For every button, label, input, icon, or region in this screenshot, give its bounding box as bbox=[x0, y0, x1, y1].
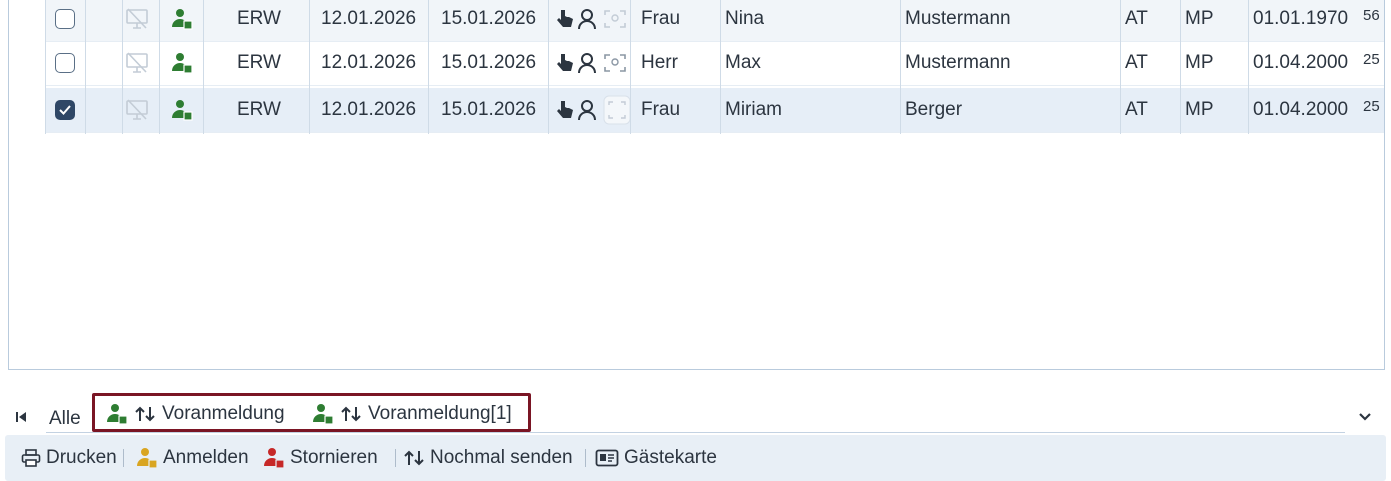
column-divider bbox=[428, 0, 429, 134]
table-row[interactable]: ERW 12.01.2026 15.01.2026 Herr Max Muste… bbox=[45, 41, 1384, 86]
arrival-cell: 12.01.2026 bbox=[321, 52, 417, 73]
salutation-cell: Herr bbox=[641, 52, 678, 73]
print-button[interactable]: Drucken bbox=[21, 435, 117, 481]
row-checkbox[interactable] bbox=[55, 0, 75, 41]
table-row[interactable]: ERW 12.01.2026 15.01.2026 Frau Nina Must… bbox=[45, 0, 1384, 42]
departure-cell: 15.01.2026 bbox=[441, 52, 537, 73]
monitor-off-icon bbox=[125, 0, 149, 41]
salutation-cell: Frau bbox=[641, 99, 681, 120]
scan-icon bbox=[603, 0, 627, 41]
column-divider bbox=[1180, 0, 1181, 134]
departure-cell: 15.01.2026 bbox=[441, 99, 537, 120]
birthdate-cell: 01.01.1970 bbox=[1253, 8, 1349, 29]
birthdate-cell: 01.04.2000 bbox=[1253, 99, 1349, 120]
guestcard-label: Gästekarte bbox=[624, 447, 717, 468]
hand-pointer-icon[interactable] bbox=[555, 88, 575, 132]
column-divider bbox=[1120, 0, 1121, 134]
last-name-cell: Mustermann bbox=[905, 52, 1011, 73]
cancel-button[interactable]: Stornieren bbox=[263, 435, 378, 481]
column-divider bbox=[1248, 0, 1249, 134]
print-label: Drucken bbox=[46, 447, 117, 468]
birthdate-cell: 01.04.2000 bbox=[1253, 52, 1349, 73]
departure-cell: 15.01.2026 bbox=[441, 8, 537, 29]
arrival-cell: 12.01.2026 bbox=[321, 8, 417, 29]
last-name-cell: Mustermann bbox=[905, 8, 1011, 29]
column-divider bbox=[630, 0, 631, 134]
age-cell: 25 bbox=[1363, 50, 1380, 68]
resend-button[interactable]: Nochmal senden bbox=[403, 435, 573, 481]
hand-pointer-icon[interactable] bbox=[555, 41, 575, 85]
person-green-icon bbox=[171, 0, 193, 41]
column-divider bbox=[548, 0, 549, 134]
monitor-off-icon bbox=[125, 88, 149, 132]
id-card-icon bbox=[595, 449, 619, 467]
hand-pointer-icon[interactable] bbox=[555, 0, 575, 41]
person-outline-icon[interactable] bbox=[577, 88, 597, 132]
first-name-cell: Max bbox=[725, 52, 761, 73]
person-red-icon bbox=[263, 447, 285, 469]
guestcard-button[interactable]: Gästekarte bbox=[595, 435, 717, 481]
column-divider bbox=[159, 0, 160, 134]
toolbar-separator bbox=[123, 449, 124, 467]
person-outline-icon[interactable] bbox=[577, 41, 597, 85]
type-cell: ERW bbox=[237, 8, 281, 29]
action-toolbar: Drucken Anmelden Stornieren Nochmal send… bbox=[5, 435, 1386, 481]
tab-underline bbox=[46, 432, 1345, 433]
country-cell: AT bbox=[1125, 52, 1148, 73]
age-cell: 56 bbox=[1363, 6, 1380, 24]
first-name-cell: Miriam bbox=[725, 99, 782, 120]
tab-all[interactable]: Alle bbox=[49, 405, 81, 433]
monitor-off-icon bbox=[125, 41, 149, 85]
table-row[interactable]: ERW 12.01.2026 15.01.2026 Frau Miriam Be… bbox=[45, 88, 1384, 133]
column-divider bbox=[900, 0, 901, 134]
person-yellow-icon bbox=[136, 447, 158, 469]
category-cell: MP bbox=[1185, 8, 1214, 29]
first-page-icon[interactable] bbox=[14, 403, 28, 431]
column-divider bbox=[203, 0, 204, 134]
register-label: Anmelden bbox=[163, 447, 249, 468]
country-cell: AT bbox=[1125, 99, 1148, 120]
person-green-icon bbox=[171, 88, 193, 132]
column-divider bbox=[122, 0, 123, 134]
tab-all-label: Alle bbox=[49, 408, 81, 429]
chevron-down-icon[interactable] bbox=[1358, 403, 1372, 431]
column-divider bbox=[85, 0, 86, 134]
resend-label: Nochmal senden bbox=[430, 447, 573, 468]
age-cell: 25 bbox=[1363, 97, 1380, 115]
column-divider bbox=[309, 0, 310, 134]
person-outline-icon[interactable] bbox=[577, 0, 597, 41]
row-checkbox[interactable] bbox=[55, 41, 75, 85]
category-cell: MP bbox=[1185, 99, 1214, 120]
salutation-cell: Frau bbox=[641, 8, 681, 29]
column-divider bbox=[45, 0, 46, 134]
toolbar-separator bbox=[395, 449, 396, 467]
arrival-cell: 12.01.2026 bbox=[321, 99, 417, 120]
scan-icon bbox=[603, 41, 627, 85]
toolbar-separator bbox=[585, 449, 586, 467]
column-divider bbox=[720, 0, 721, 134]
first-name-cell: Nina bbox=[725, 8, 765, 29]
cancel-label: Stornieren bbox=[290, 447, 378, 468]
category-cell: MP bbox=[1185, 52, 1214, 73]
type-cell: ERW bbox=[237, 99, 281, 120]
arrows-up-down-icon bbox=[403, 449, 425, 467]
person-green-icon bbox=[171, 41, 193, 85]
highlight-box bbox=[92, 393, 531, 432]
country-cell: AT bbox=[1125, 8, 1148, 29]
row-checkbox[interactable] bbox=[55, 88, 75, 132]
register-button[interactable]: Anmelden bbox=[136, 435, 249, 481]
type-cell: ERW bbox=[237, 52, 281, 73]
last-name-cell: Berger bbox=[905, 99, 963, 120]
scan-icon bbox=[603, 88, 631, 132]
printer-icon bbox=[21, 449, 41, 467]
guest-grid: ERW 12.01.2026 15.01.2026 Frau Nina Must… bbox=[8, 0, 1385, 370]
